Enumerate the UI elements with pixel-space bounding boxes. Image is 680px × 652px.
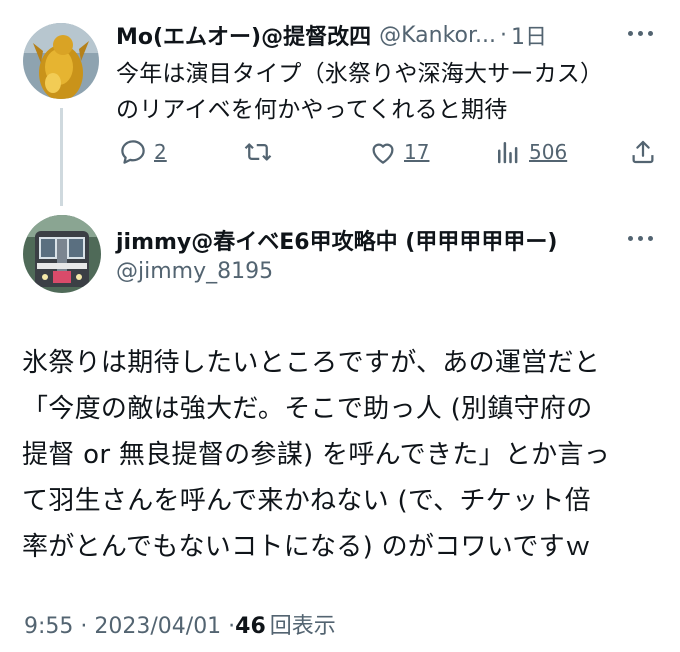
like-button[interactable]: 17	[368, 137, 429, 167]
more-options-icon[interactable]	[628, 236, 653, 241]
view-count: 46	[235, 614, 266, 639]
train-avatar-icon	[23, 215, 101, 293]
author-handle[interactable]: @Kankor...	[379, 23, 496, 48]
reply-button[interactable]: 2	[118, 137, 167, 167]
tweet-body: 氷祭りは期待したいところですが、あの運営だと 「今度の敵は強大だ。そこで助っ人 …	[22, 348, 611, 562]
author-name[interactable]: jimmy@春イベE6甲攻略中 (甲甲甲甲甲ー)	[116, 224, 557, 256]
views-chart-icon	[498, 142, 518, 164]
author-name[interactable]: Mo(エムオー)@提督改四	[116, 19, 371, 51]
view-label: 回表示	[269, 614, 336, 639]
retweet-icon	[244, 143, 272, 161]
avatar[interactable]	[23, 215, 101, 293]
view-count: 506	[529, 140, 568, 164]
heart-icon	[372, 143, 394, 164]
separator: ·	[500, 22, 508, 48]
share-button[interactable]	[628, 137, 658, 167]
tweet-timestamp[interactable]: 9:55 · 2023/04/01 ·	[24, 612, 235, 642]
reply-count: 2	[154, 140, 167, 164]
tweet-time[interactable]: 1日	[511, 19, 547, 51]
share-icon	[632, 140, 654, 164]
author-handle[interactable]: @jimmy_8195	[116, 257, 273, 287]
views-button[interactable]: 506	[493, 137, 567, 167]
retweet-button[interactable]	[243, 137, 279, 167]
more-options-icon[interactable]	[628, 31, 653, 36]
golden-figure-avatar-icon	[23, 23, 99, 99]
reply-icon	[121, 140, 145, 164]
avatar[interactable]	[23, 23, 99, 99]
tweet-text: 今年は演目タイプ（氷祭りや深海大サーカス） のリアイベを何かやってくれると期待	[116, 61, 604, 123]
thread-line	[60, 108, 63, 206]
like-count: 17	[404, 140, 430, 164]
